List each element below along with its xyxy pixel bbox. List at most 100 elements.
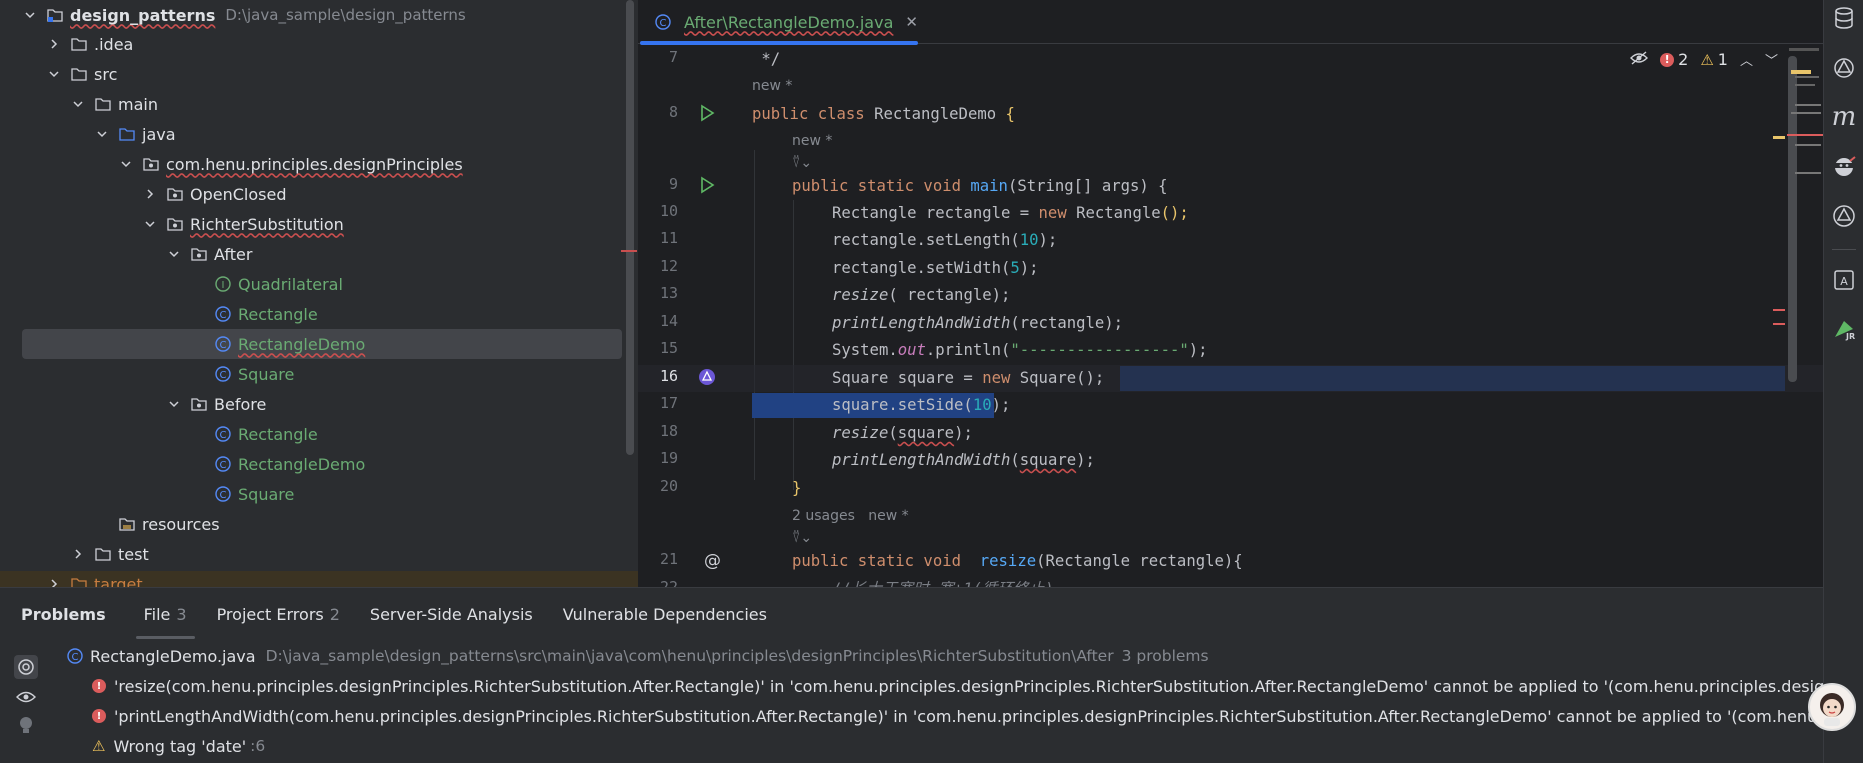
code-line: resize( rectangle); <box>832 286 1011 304</box>
chevron-right-icon[interactable] <box>46 36 62 52</box>
tab-project-errors[interactable]: Project Errors 2 <box>217 605 340 624</box>
package-icon <box>190 395 208 413</box>
tree-item-before-rectangledemo[interactable]: C RectangleDemo <box>0 449 638 479</box>
codevision-hint[interactable]: new * <box>792 130 832 152</box>
tree-item-label: main <box>118 94 158 114</box>
tree-item-rectangle[interactable]: C Rectangle <box>0 299 638 329</box>
error-stripe-minimap[interactable] <box>1773 44 1823 325</box>
code-line: rectangle.setWidth(5); <box>832 259 1039 277</box>
translate-icon[interactable]: A <box>1830 266 1858 294</box>
excluded-folder-icon <box>70 575 88 587</box>
jrebel-icon[interactable]: JR <box>1830 315 1858 343</box>
tab-file[interactable]: File 3 <box>135 605 195 639</box>
code-line: public static void main(String[] args) { <box>792 177 1168 195</box>
tree-item-target[interactable]: target <box>0 569 638 587</box>
tree-item-src[interactable]: src <box>0 59 638 89</box>
chevron-down-icon[interactable] <box>166 246 182 262</box>
package-icon <box>166 215 184 233</box>
tree-item-before[interactable]: Before <box>0 389 638 419</box>
ai-assistant-icon[interactable] <box>698 368 716 386</box>
package-icon <box>142 155 160 173</box>
chevron-down-icon[interactable]: ﹀ <box>1765 50 1778 69</box>
lightbulb-icon[interactable] <box>14 714 38 738</box>
warning-count[interactable]: ⚠ 1 <box>1700 50 1728 69</box>
run-icon[interactable] <box>698 176 716 194</box>
tree-root-path: D:\java_sample\design_patterns <box>225 6 466 24</box>
ai-hint-icon[interactable]: ⍢⌄ <box>792 152 812 174</box>
problems-sidebar <box>0 640 52 763</box>
problem-item[interactable]: ⚠ Wrong tag 'date' :6 <box>92 732 265 760</box>
line-number: 10 <box>659 202 678 220</box>
tree-item-test[interactable]: test <box>0 539 638 569</box>
chevron-right-icon[interactable] <box>46 576 62 587</box>
tree-item-before-square[interactable]: C Square <box>0 479 638 509</box>
database-icon[interactable] <box>1830 4 1858 32</box>
tree-item-label: resources <box>142 514 220 534</box>
tree-item-before-rectangle[interactable]: C Rectangle <box>0 419 638 449</box>
codevision-usages[interactable]: 2 usages new * <box>792 505 909 527</box>
codevision-hint[interactable]: new * <box>752 75 792 97</box>
chevron-down-icon[interactable] <box>142 216 158 232</box>
problem-item[interactable]: ! 'printLengthAndWidth(com.henu.principl… <box>92 702 1823 730</box>
problems-tabs: Problems File 3 Project Errors 2 Server-Si… <box>0 588 1823 640</box>
avatar[interactable] <box>1808 683 1856 731</box>
active-tab-indicator <box>640 41 918 45</box>
auto-scroll-icon[interactable] <box>14 655 38 679</box>
chevron-down-icon[interactable] <box>166 396 182 412</box>
tree-item-root[interactable]: design_patterns D:\java_sample\design_pa… <box>0 0 638 30</box>
kubernetes-icon[interactable] <box>1830 202 1858 230</box>
chevron-up-icon[interactable]: ︿ <box>1740 50 1753 69</box>
error-count[interactable]: ! 2 <box>1660 50 1688 69</box>
tree-item-main[interactable]: main <box>0 89 638 119</box>
tree-item-after[interactable]: After <box>0 239 638 269</box>
tree-item-quadrilateral[interactable]: I Quadrilateral <box>0 269 638 299</box>
tree-scrollbar[interactable] <box>626 0 634 455</box>
code-editor[interactable]: C After\RectangleDemo.java ✕ ! 2 ⚠ 1 ︿ ﹀ 7… <box>638 0 1823 587</box>
tree-item-label: test <box>118 544 149 564</box>
line-number: 12 <box>659 257 678 275</box>
tab-vulnerable-dependencies[interactable]: Vulnerable Dependencies <box>563 605 767 624</box>
code-line: System.out.println("-----------------"); <box>832 341 1208 359</box>
tree-item-idea[interactable]: .idea <box>0 29 638 59</box>
chevron-down-icon[interactable] <box>118 156 134 172</box>
tree-item-square[interactable]: C Square <box>0 359 638 389</box>
tree-item-openclosed[interactable]: OpenClosed <box>0 179 638 209</box>
problem-item[interactable]: ! 'resize(com.henu.principles.designPrin… <box>92 672 1823 700</box>
ninja-plugin-icon[interactable] <box>1830 152 1858 180</box>
chevron-right-icon[interactable] <box>142 186 158 202</box>
override-at-icon[interactable]: @ <box>704 551 722 571</box>
chevron-down-icon[interactable] <box>46 66 62 82</box>
chevron-down-icon[interactable] <box>94 126 110 142</box>
tab-server-side-analysis[interactable]: Server-Side Analysis <box>370 605 533 624</box>
code-line: */ <box>752 50 781 68</box>
chevron-right-icon[interactable] <box>70 546 86 562</box>
editor-tab[interactable]: C After\RectangleDemo.java ✕ <box>638 0 918 45</box>
eye-icon[interactable] <box>14 685 38 709</box>
tree-item-resources[interactable]: resources <box>0 509 638 539</box>
tree-item-rectangledemo[interactable]: C RectangleDemo <box>22 329 622 359</box>
class-icon: C <box>214 485 232 503</box>
svg-text:A: A <box>1840 275 1848 288</box>
svg-text:C: C <box>220 340 227 351</box>
indent-guide <box>754 150 755 480</box>
code-line: } <box>792 479 802 497</box>
code-line: resize(square); <box>832 424 973 442</box>
svg-text:C: C <box>72 652 79 663</box>
inspection-widget[interactable]: ! 2 ⚠ 1 ︿ ﹀ <box>1630 50 1778 69</box>
chevron-down-icon[interactable] <box>22 7 38 23</box>
tree-item-richter[interactable]: RichterSubstitution <box>0 209 638 239</box>
close-icon[interactable]: ✕ <box>905 13 918 31</box>
package-icon <box>190 245 208 263</box>
problem-file-row[interactable]: C RectangleDemo.java D:\java_sample\desi… <box>66 642 1209 670</box>
ai-assistant-icon[interactable] <box>1830 54 1858 82</box>
reader-mode-icon[interactable] <box>1630 50 1649 69</box>
tree-item-package[interactable]: com.henu.principles.designPrinciples <box>0 149 638 179</box>
code-line: rectangle.setLength(10); <box>832 231 1058 249</box>
chevron-down-icon[interactable] <box>70 96 86 112</box>
run-icon[interactable] <box>698 104 716 122</box>
ai-hint-icon[interactable]: ⍢⌄ <box>792 527 812 549</box>
maven-icon[interactable]: m <box>1830 102 1858 132</box>
code-line: Rectangle rectangle = new Rectangle(); <box>832 204 1189 222</box>
tree-item-java[interactable]: java <box>0 119 638 149</box>
tree-item-label: RectangleDemo <box>238 454 366 474</box>
